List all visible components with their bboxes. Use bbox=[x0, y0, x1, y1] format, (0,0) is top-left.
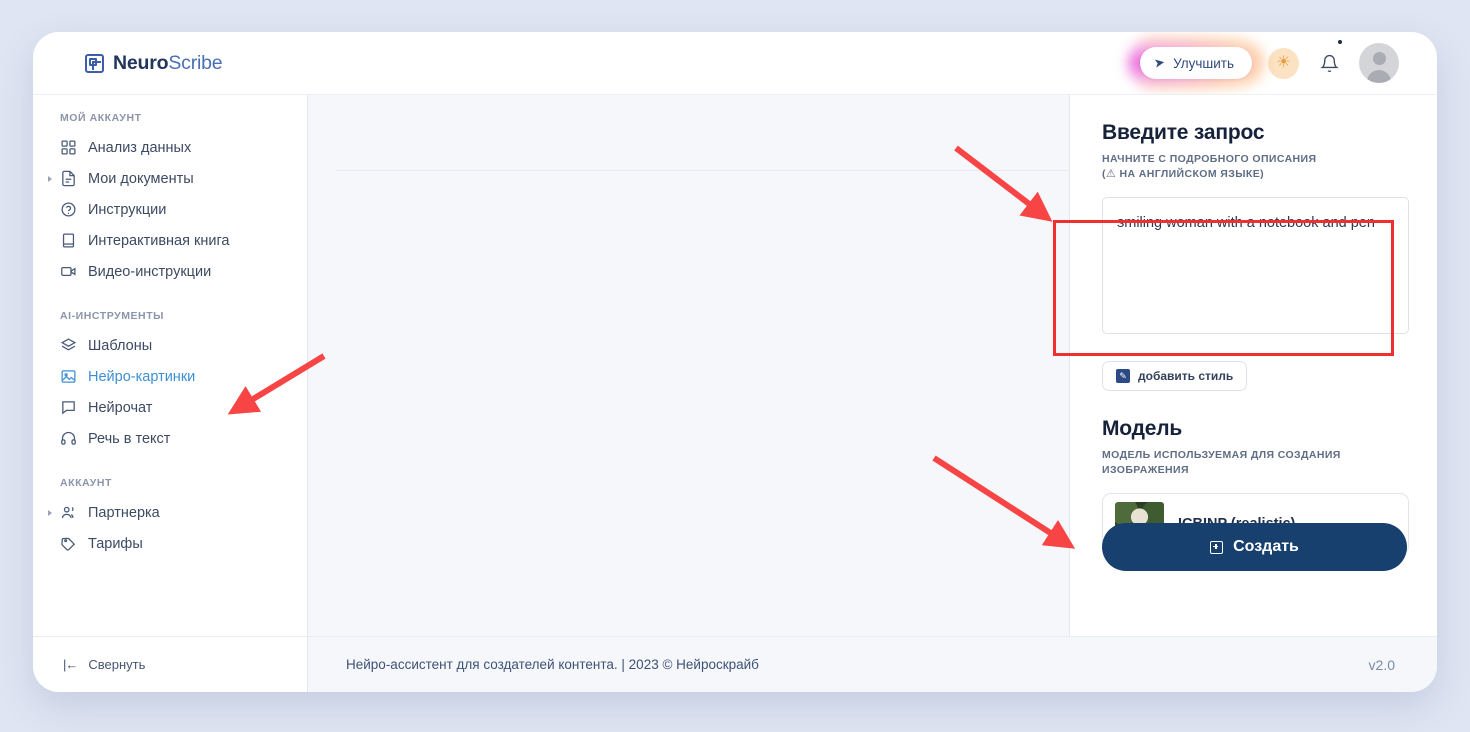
logo-squares-icon bbox=[85, 53, 104, 73]
image-icon bbox=[60, 368, 77, 385]
content-area: Введите запрос НАЧНИТЕ С ПОДРОБНОГО ОПИС… bbox=[308, 94, 1437, 692]
avatar[interactable] bbox=[1359, 43, 1399, 83]
sidebar-group-title: АККАУНТ bbox=[60, 477, 112, 489]
sun-icon: ☀ bbox=[1276, 54, 1291, 71]
sidebar-item-label: Партнерка bbox=[88, 504, 160, 521]
sidebar-item-instructions[interactable]: Инструкции bbox=[33, 194, 307, 225]
upgrade-button-wrap: ➤ Улучшить bbox=[1128, 37, 1264, 89]
rocket-icon: ➤ bbox=[1152, 54, 1167, 71]
sidebar-item-speech-to-text[interactable]: Речь в текст bbox=[33, 423, 307, 454]
generation-settings-panel: Введите запрос НАЧНИТЕ С ПОДРОБНОГО ОПИС… bbox=[1069, 94, 1437, 636]
content-row: Введите запрос НАЧНИТЕ С ПОДРОБНОГО ОПИС… bbox=[308, 94, 1437, 636]
upgrade-button-label: Улучшить bbox=[1173, 55, 1234, 71]
sidebar-item-templates[interactable]: Шаблоны bbox=[33, 330, 307, 361]
sidebar-group-account: МОЙ АККАУНТ Анализ данных Мои документы bbox=[33, 112, 307, 287]
footer-bar: Нейро-ассистент для создателей контента.… bbox=[308, 636, 1437, 692]
sidebar-item-label: Мои документы bbox=[88, 170, 194, 187]
document-icon bbox=[60, 170, 77, 187]
user-avatar-icon bbox=[1367, 70, 1391, 83]
sidebar-group-ai-tools: AI-ИНСТРУМЕНТЫ Шаблоны Нейро-картинки Не… bbox=[33, 310, 307, 454]
brand-title: NeuroScribe bbox=[113, 51, 223, 75]
question-circle-icon bbox=[60, 201, 77, 218]
model-section-title: Модель bbox=[1102, 417, 1183, 441]
canvas-divider bbox=[336, 170, 1069, 171]
tag-icon bbox=[60, 535, 77, 552]
create-button-label: Создать bbox=[1233, 538, 1299, 555]
prompt-input[interactable] bbox=[1102, 197, 1409, 335]
sidebar-item-data-analysis[interactable]: Анализ данных bbox=[33, 132, 307, 163]
sidebar-item-neuro-chat[interactable]: Нейрочат bbox=[33, 392, 307, 423]
upgrade-button[interactable]: ➤ Улучшить bbox=[1140, 47, 1252, 79]
notification-dot-icon bbox=[1338, 40, 1342, 44]
sidebar-item-label: Шаблоны bbox=[88, 337, 153, 354]
chevron-right-icon bbox=[48, 175, 52, 182]
users-icon bbox=[60, 504, 77, 521]
sidebar-item-pricing[interactable]: Тарифы bbox=[33, 528, 307, 559]
brand-logo[interactable]: NeuroScribe bbox=[85, 51, 223, 75]
theme-toggle-button[interactable]: ☀ bbox=[1268, 47, 1299, 79]
sidebar-item-label: Видео-инструкции bbox=[88, 263, 212, 280]
top-bar: NeuroScribe ➤ Улучшить ☀ bbox=[33, 32, 1437, 94]
bell-icon bbox=[1319, 54, 1339, 72]
sidebar-item-partner-program[interactable]: Партнерка bbox=[33, 497, 307, 528]
footer-version: v2.0 bbox=[1368, 656, 1395, 673]
top-bar-actions: ➤ Улучшить ☀ bbox=[1128, 37, 1399, 89]
add-style-button[interactable]: ✎ добавить стиль bbox=[1102, 361, 1248, 392]
sidebar-item-my-documents[interactable]: Мои документы bbox=[33, 163, 307, 194]
headphones-icon bbox=[60, 430, 77, 447]
collapse-left-icon: |← bbox=[63, 657, 78, 672]
chat-bubble-icon bbox=[60, 399, 77, 416]
notifications-button[interactable] bbox=[1315, 40, 1343, 77]
sidebar-item-label: Интерактивная книга bbox=[88, 232, 230, 249]
book-icon bbox=[60, 232, 77, 249]
sidebar-group-title: AI-ИНСТРУМЕНТЫ bbox=[60, 310, 164, 322]
prompt-subtitle-line1: НАЧНИТЕ С ПОДРОБНОГО ОПИСАНИЯ bbox=[1102, 153, 1317, 165]
collapse-sidebar-label: Свернуть bbox=[88, 657, 146, 672]
prompt-section-title: Введите запрос bbox=[1102, 121, 1265, 144]
plus-square-icon bbox=[1210, 540, 1224, 554]
sidebar-item-label: Инструкции bbox=[88, 201, 167, 218]
collapse-sidebar-button[interactable]: |← Свернуть bbox=[33, 636, 307, 692]
sidebar-item-interactive-book[interactable]: Интерактивная книга bbox=[33, 225, 307, 256]
sidebar: МОЙ АККАУНТ Анализ данных Мои документы bbox=[33, 94, 308, 692]
sidebar-item-label: Нейро-картинки bbox=[88, 368, 196, 385]
sidebar-nav: МОЙ АККАУНТ Анализ данных Мои документы bbox=[33, 95, 307, 636]
prompt-subtitle-line2: НА АНГЛИЙСКОМ ЯЗЫКЕ) bbox=[1116, 168, 1265, 181]
add-style-label: добавить стиль bbox=[1138, 369, 1234, 384]
sidebar-item-video-instructions[interactable]: Видео-инструкции bbox=[33, 256, 307, 287]
video-camera-icon bbox=[60, 263, 77, 280]
warning-triangle-icon: ⚠ bbox=[1105, 168, 1117, 181]
sidebar-item-neuro-pictures[interactable]: Нейро-картинки bbox=[33, 361, 307, 392]
sidebar-item-label: Тарифы bbox=[88, 535, 143, 552]
app-body: МОЙ АККАУНТ Анализ данных Мои документы bbox=[33, 94, 1437, 692]
brand-title-part2: Scribe bbox=[168, 51, 223, 74]
app-window: NeuroScribe ➤ Улучшить ☀ МОЙ АККАУНТ Ана… bbox=[33, 32, 1437, 692]
footer-text: Нейро-ассистент для создателей контента.… bbox=[346, 657, 759, 672]
sidebar-group-title: МОЙ АККАУНТ bbox=[60, 112, 142, 124]
image-canvas-area bbox=[308, 94, 1069, 636]
model-section-subtitle: МОДЕЛЬ ИСПОЛЬЗУЕМАЯ ДЛЯ СОЗДАНИЯ ИЗОБРАЖ… bbox=[1102, 449, 1341, 477]
sidebar-item-label: Нейрочат bbox=[88, 399, 153, 416]
grid-icon bbox=[60, 139, 77, 156]
pencil-square-icon: ✎ bbox=[1116, 369, 1130, 384]
brand-title-part1: Neuro bbox=[113, 51, 169, 74]
layers-icon bbox=[60, 337, 77, 354]
prompt-section-subtitle: НАЧНИТЕ С ПОДРОБНОГО ОПИСАНИЯ (⚠ НА АНГЛ… bbox=[1102, 152, 1407, 183]
sidebar-item-label: Речь в текст bbox=[88, 430, 171, 447]
sidebar-group-billing: АККАУНТ Партнерка Тарифы bbox=[33, 477, 307, 559]
chevron-right-icon bbox=[48, 509, 52, 516]
sidebar-item-label: Анализ данных bbox=[88, 139, 192, 156]
create-button[interactable]: Создать bbox=[1102, 523, 1407, 571]
